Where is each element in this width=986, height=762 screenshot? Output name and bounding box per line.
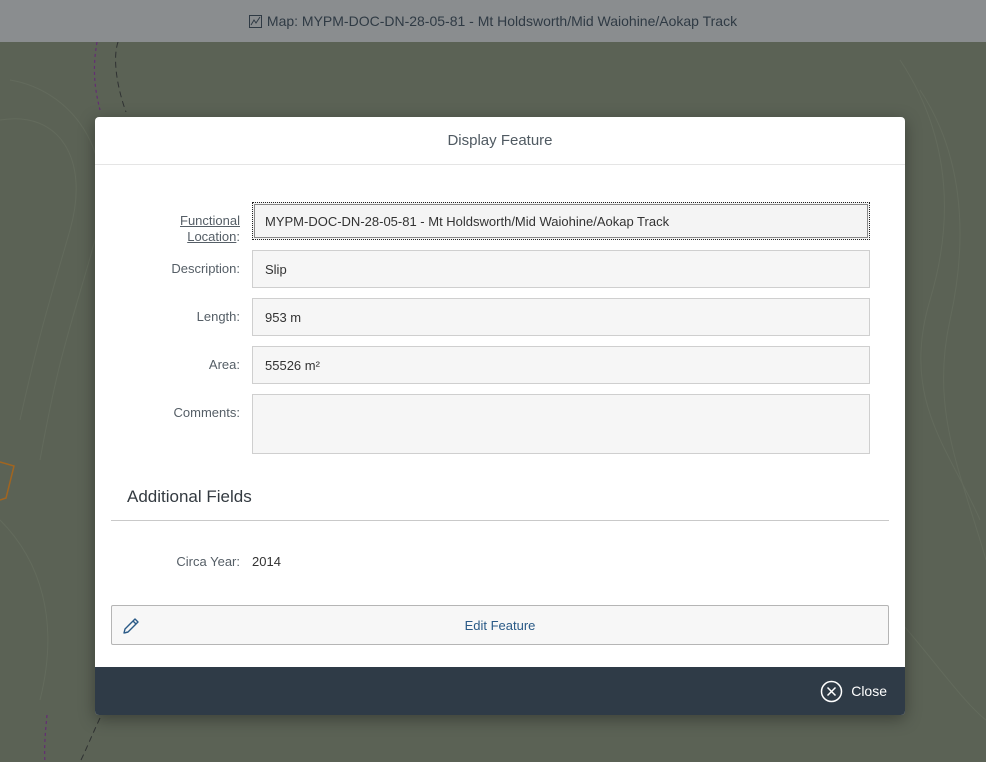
close-label: Close: [851, 683, 887, 699]
map-header: Map: MYPM-DOC-DN-28-05-81 - Mt Holdswort…: [0, 0, 986, 42]
close-circle-icon: [820, 680, 843, 702]
edit-feature-label: Edit Feature: [464, 617, 536, 633]
functional-location-value: MYPM-DOC-DN-28-05-81 - Mt Holdsworth/Mid…: [265, 213, 670, 229]
length-field[interactable]: 953 m: [252, 298, 870, 336]
close-button[interactable]: Close: [820, 679, 887, 703]
additional-fields-title: Additional Fields: [127, 487, 252, 506]
area-field[interactable]: 55526 m²: [252, 346, 870, 384]
description-field[interactable]: Slip: [252, 250, 870, 288]
dialog-footer: Close: [95, 667, 905, 715]
length-label: Length:: [196, 309, 240, 324]
circa-year-value: 2014: [252, 554, 281, 569]
comments-label: Comments:: [173, 405, 240, 420]
length-value: 953 m: [265, 309, 302, 325]
functional-location-label-line2[interactable]: Location: [187, 229, 236, 244]
display-feature-dialog: Display Feature Functional Location: MYP…: [95, 117, 905, 715]
map-title: Map: MYPM-DOC-DN-28-05-81 - Mt Holdswort…: [266, 13, 738, 29]
functional-location-label[interactable]: Functional Location:: [180, 213, 240, 245]
functional-location-label-line1[interactable]: Functional: [180, 213, 240, 228]
pencil-icon: [123, 618, 139, 634]
functional-location-field[interactable]: MYPM-DOC-DN-28-05-81 - Mt Holdsworth/Mid…: [252, 202, 870, 240]
circa-year-label: Circa Year:: [176, 554, 240, 569]
functional-location-colon: :: [236, 229, 240, 244]
area-value: 55526 m²: [265, 357, 320, 373]
comments-field[interactable]: [252, 394, 870, 454]
section-divider: [111, 520, 889, 521]
dialog-header: Display Feature: [95, 117, 905, 165]
area-label: Area:: [208, 357, 240, 372]
dialog-title: Display Feature: [447, 132, 553, 149]
map-icon: [248, 14, 262, 28]
edit-feature-button[interactable]: Edit Feature: [111, 605, 889, 645]
description-label: Description:: [171, 261, 240, 276]
description-value: Slip: [265, 261, 287, 277]
